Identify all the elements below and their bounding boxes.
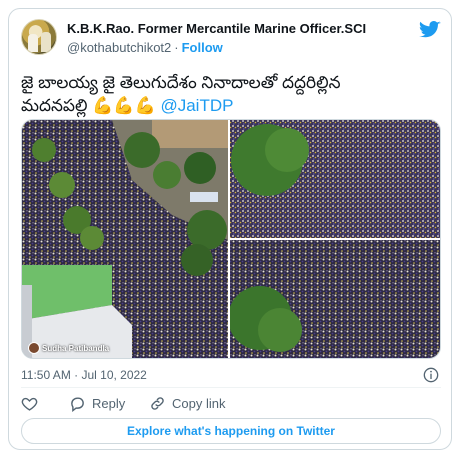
copy-link-label: Copy link xyxy=(172,395,226,411)
tweet-timestamp[interactable]: 11:50 AM · Jul 10, 2022 xyxy=(21,368,147,382)
tweet-header: K.B.K.Rao. Former Mercantile Marine Offi… xyxy=(21,19,441,63)
follow-link[interactable]: Follow xyxy=(182,40,223,55)
tweet-actions: Reply Copy link xyxy=(21,392,441,414)
copy-link-button[interactable]: Copy link xyxy=(149,392,225,414)
tweet-media-grid[interactable]: Sudha Patibandla xyxy=(21,119,441,359)
speech-bubble-icon xyxy=(71,396,84,412)
media-credit: Sudha Patibandla xyxy=(42,344,110,353)
mention-link[interactable]: @JaiTDP xyxy=(160,96,233,115)
author-handle-line: @kothabutchikot2 · Follow xyxy=(67,40,223,55)
info-icon[interactable] xyxy=(423,367,439,383)
divider xyxy=(21,387,441,388)
tweet-text-line-2-words: మదనపల్లి xyxy=(21,96,88,115)
media-photo-bottom-right[interactable] xyxy=(228,240,441,359)
tweet-text: జై బాలయ్య జై తెలుగుదేశం నినాదాలతో దద్దరి… xyxy=(21,71,441,117)
flexed-biceps-emojis: 💪💪💪 xyxy=(92,96,156,115)
separator-dot: · xyxy=(174,40,179,55)
twitter-bird-icon[interactable] xyxy=(419,21,441,39)
author-display-name[interactable]: K.B.K.Rao. Former Mercantile Marine Offi… xyxy=(67,21,366,36)
link-icon xyxy=(151,396,164,410)
explore-button[interactable]: Explore what's happening on Twitter xyxy=(21,418,441,444)
author-avatar[interactable] xyxy=(21,19,57,55)
reply-label: Reply xyxy=(92,395,126,411)
media-photo-top-right[interactable] xyxy=(230,120,441,238)
media-photos xyxy=(22,120,441,359)
tweet-card: K.B.K.Rao. Former Mercantile Marine Offi… xyxy=(8,8,452,450)
media-photo-left[interactable] xyxy=(22,120,228,359)
like-button[interactable] xyxy=(21,392,44,414)
reply-button[interactable]: Reply xyxy=(69,392,125,414)
heart-icon xyxy=(21,397,38,411)
tweet-text-line-1: జై బాలయ్య జై తెలుగుదేశం నినాదాలతో దద్దరి… xyxy=(21,73,341,92)
tweet-text-line-2: మదనపల్లి 💪💪💪 @JaiTDP xyxy=(21,94,441,117)
author-handle[interactable]: @kothabutchikot2 xyxy=(67,40,171,55)
media-credit-avatar xyxy=(28,342,40,354)
